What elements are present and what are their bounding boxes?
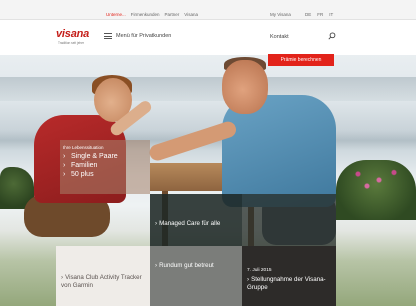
life-item-50plus[interactable]: › 50 plus xyxy=(63,170,150,179)
calculate-premium-button[interactable]: Prämie berechnen xyxy=(268,54,334,66)
news-date: 7. Juli 2015 xyxy=(247,268,272,273)
tile-rundum-gut-betreut[interactable]: › Rundum gut betreut xyxy=(150,246,242,306)
tile-rundum-label: Rundum gut betreut xyxy=(159,262,214,269)
chevron-right-icon: › xyxy=(63,153,66,160)
tile-rundum-text: › Rundum gut betreut xyxy=(155,262,214,269)
tile-visana-club[interactable]: › Visana Club Activity Tracker von Garmin xyxy=(56,246,150,306)
hamburger-icon xyxy=(104,33,112,39)
my-visana-link[interactable]: My Visana xyxy=(270,12,291,17)
hero-hills xyxy=(0,77,416,101)
main-header: visana Tradition seit jeher Menü für Pri… xyxy=(0,20,416,55)
life-item-label: Familien xyxy=(71,162,98,169)
tile-club-label: Visana Club Activity Tracker von Garmin xyxy=(61,274,142,289)
life-situation-title: Ihre Lebenssituation xyxy=(63,145,104,150)
tile-club-text: › Visana Club Activity Tracker von Garmin xyxy=(61,274,150,290)
tile-news[interactable]: 7. Juli 2015 › Stellungnahme der Visana-G… xyxy=(242,246,336,306)
top-nav-item-3[interactable]: Partner xyxy=(165,12,180,17)
hero-man-head xyxy=(222,60,268,114)
news-text: › Stellungnahme der Visana-Gruppe xyxy=(247,276,336,292)
life-item-singles[interactable]: › Single & Paare xyxy=(63,152,150,161)
top-nav-item-1[interactable]: Unterne... xyxy=(106,12,126,17)
top-nav-item-2[interactable]: Firmenkunden xyxy=(131,12,160,17)
top-utility-bar: Unterne... Firmenkunden Partner Visana M… xyxy=(0,0,416,20)
lang-de[interactable]: DE xyxy=(305,12,311,17)
news-title: Stellungnahme der Visana-Gruppe xyxy=(247,276,326,291)
logo-tagline: Tradition seit jeher xyxy=(58,41,85,45)
menu-label: Menü für Privatkunden xyxy=(116,33,172,39)
hero-flowers xyxy=(346,165,406,195)
language-switcher: DE FR IT xyxy=(305,12,333,17)
lang-it[interactable]: IT xyxy=(329,12,333,17)
lang-fr[interactable]: FR xyxy=(317,12,323,17)
tile-managed-care[interactable]: › Managed Care für alle xyxy=(150,194,242,246)
chevron-right-icon: › xyxy=(63,171,66,178)
private-customers-menu-button[interactable]: Menü für Privatkunden xyxy=(104,33,171,39)
search-icon[interactable] xyxy=(328,32,336,40)
chevron-right-icon: › xyxy=(61,274,64,281)
contact-link[interactable]: Kontakt xyxy=(270,34,289,40)
visana-logo[interactable]: visana Tradition seit jeher xyxy=(56,28,92,48)
tile-managed-care-label: Managed Care für alle xyxy=(159,220,221,227)
chevron-right-icon: › xyxy=(155,262,158,269)
life-item-label: Single & Paare xyxy=(71,153,118,160)
life-item-families[interactable]: › Familien xyxy=(63,161,150,170)
tile-managed-care-text: › Managed Care für alle xyxy=(155,220,220,228)
top-nav-item-4[interactable]: Visana xyxy=(184,12,198,17)
top-nav: Unterne... Firmenkunden Partner Visana xyxy=(106,12,198,17)
life-situation-panel: Ihre Lebenssituation › Single & Paare › … xyxy=(60,140,150,194)
chevron-right-icon: › xyxy=(155,220,158,227)
chevron-right-icon: › xyxy=(247,276,250,283)
life-item-label: 50 plus xyxy=(71,171,94,178)
tile-image-dark xyxy=(242,194,336,246)
chevron-right-icon: › xyxy=(63,162,66,169)
logo-word: visana xyxy=(56,28,90,40)
